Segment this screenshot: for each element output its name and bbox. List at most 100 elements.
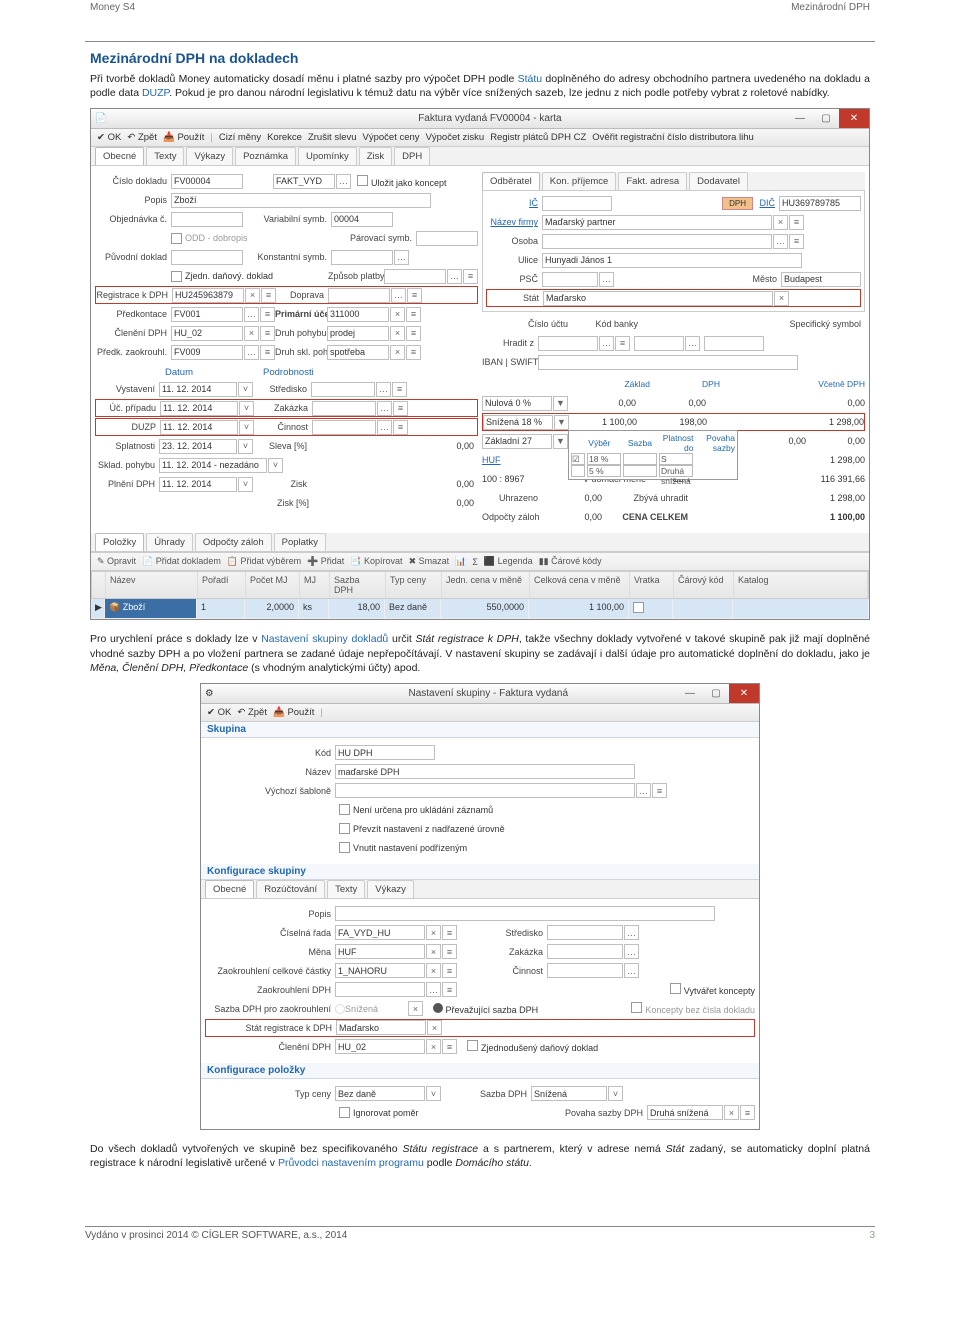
tb-ok[interactable]: ✔ OK [97,132,121,143]
vystaveni-input[interactable] [159,382,237,397]
splatnost-input[interactable] [159,439,237,454]
tb-cizi-meny[interactable]: Cizí měny [219,132,261,143]
odd-checkbox[interactable] [171,233,182,244]
zjedn-checkbox[interactable] [171,271,182,282]
fakt-vyd-input[interactable] [273,174,335,189]
tab-fakt-adresa[interactable]: Fakt. adresa [618,172,687,190]
typceny-input[interactable] [335,1086,425,1101]
puvodni-input[interactable] [171,250,243,265]
zaok-input[interactable] [335,963,425,978]
tb-overit-lih[interactable]: Ověřit registrační číslo distributora li… [592,132,754,143]
tb-korekce[interactable]: Korekce [267,132,302,143]
minimize-button[interactable]: — [787,109,813,128]
tab-vykazy[interactable]: Výkazy [186,147,233,165]
parsymb-input[interactable] [416,231,478,246]
ic-input[interactable] [542,196,612,211]
tab-odpocty[interactable]: Odpočty záloh [195,533,272,551]
hradit-input[interactable] [538,336,598,351]
table-row[interactable]: ▶ 📦 Zboží 1 2,0000 ks 18,00 Bez daně 550… [91,599,869,619]
tb-carkody[interactable]: ▮▮ Čárové kódy [539,556,602,567]
tb-chart-icon[interactable]: 📊 [455,556,466,567]
cinnost-input[interactable] [312,420,376,435]
chk-prevzit[interactable] [339,823,350,834]
doprava-input[interactable] [328,288,390,303]
nazev-firmy-input[interactable] [542,215,772,230]
tb-suma[interactable]: Σ [472,557,478,567]
tb-kopirovat[interactable]: 📑 Kopírovat [350,556,402,567]
tab-zisk[interactable]: Zisk [359,147,392,165]
tab-texty[interactable]: Texty [327,880,365,898]
tab-poznamka[interactable]: Poznámka [235,147,296,165]
cinnost-input[interactable] [547,963,623,978]
stredisko-input[interactable] [547,925,623,940]
dic-input[interactable] [779,196,861,211]
sklpohyb-input[interactable] [159,458,267,473]
vychozi-input[interactable] [335,783,635,798]
tab-dph[interactable]: DPH [394,147,430,165]
ulozit-koncept-checkbox[interactable] [357,175,368,186]
tb-smazat[interactable]: ✖ Smazat [409,556,450,567]
tab-polozky[interactable]: Položky [95,533,144,551]
zpusob-input[interactable] [384,269,446,284]
tb-pouzit[interactable]: 📥 Použít [163,132,204,143]
tab-texty[interactable]: Texty [146,147,184,165]
tb-legenda[interactable]: ⬛ Legenda [484,556,533,567]
tab-uhrady[interactable]: Úhrady [146,533,193,551]
dropdown-icon[interactable]: ▼ [554,415,569,430]
tb-registr-platcu[interactable]: Registr plátců DPH CZ [490,132,586,143]
clen-input[interactable] [335,1039,425,1054]
maximize-button[interactable]: ▢ [703,684,729,703]
clendph-input[interactable] [171,326,243,341]
minimize-button[interactable]: — [677,684,703,703]
lookup-icon[interactable]: … [336,174,351,189]
lookup-icon[interactable]: … [394,250,409,265]
close-button[interactable]: ✕ [839,109,869,128]
druhpoh-input[interactable] [327,326,389,341]
osoba-input[interactable] [542,234,772,249]
crada-input[interactable] [335,925,425,940]
dic-link[interactable]: DIČ [753,198,779,208]
tab-upominky[interactable]: Upomínky [298,147,357,165]
tb-ok[interactable]: ✔ OK [207,707,231,718]
tab-kon-prijemce[interactable]: Kon. příjemce [542,172,617,190]
zakazka-input[interactable] [547,944,623,959]
stat-input[interactable] [543,291,773,306]
varsymb-input[interactable] [331,212,393,227]
mena-input[interactable] [335,944,425,959]
chk-vnutit[interactable] [339,842,350,853]
popis-input[interactable] [335,906,715,921]
nazev-link[interactable]: Název firmy [486,217,542,227]
plnenidph-input[interactable] [159,477,237,492]
chk-vytvaret-koncepty[interactable] [670,983,681,994]
tb-pridat[interactable]: ➕ Přidat [307,556,344,567]
tb-vypocet-ceny[interactable]: Výpočet ceny [363,132,420,143]
date-dropdown-icon[interactable]: ˅ [238,382,253,397]
iban-input[interactable] [538,355,798,370]
regdph-input[interactable] [172,288,244,303]
tb-vypocet-zisku[interactable]: Výpočet zisku [426,132,485,143]
objednavka-input[interactable] [171,212,243,227]
dph-button[interactable]: DPH [722,197,753,210]
mesto-input[interactable] [781,272,861,287]
zakazka-input[interactable] [312,401,376,416]
tab-poplatky[interactable]: Poplatky [274,533,326,551]
statreg-input[interactable] [336,1020,426,1035]
tb-pouzit[interactable]: 📥 Použít [273,707,314,718]
close-button[interactable]: ✕ [729,684,759,703]
tb-pridat-vyberem[interactable]: 📋 Přidat výběrem [227,556,301,567]
popis-input[interactable] [171,193,431,208]
tab-odberatel[interactable]: Odběratel [482,172,540,190]
ic-link[interactable]: IČ [486,198,542,208]
sazba2-input[interactable] [531,1086,607,1101]
kod-input[interactable] [335,745,435,760]
tb-zrusit-slevu[interactable]: Zrušit slevu [308,132,357,143]
psc-input[interactable] [542,272,598,287]
ulice-input[interactable] [542,253,802,268]
druhskl-input[interactable] [327,345,389,360]
zaokdph-input[interactable] [335,982,425,997]
tb-opravit[interactable]: ✎ Opravit [97,556,136,567]
konstsymb-input[interactable] [331,250,393,265]
cislo-dokladu-input[interactable] [171,174,243,189]
nazev-input[interactable] [335,764,635,779]
tab-rozuctovani[interactable]: Rozúčtování [256,880,325,898]
